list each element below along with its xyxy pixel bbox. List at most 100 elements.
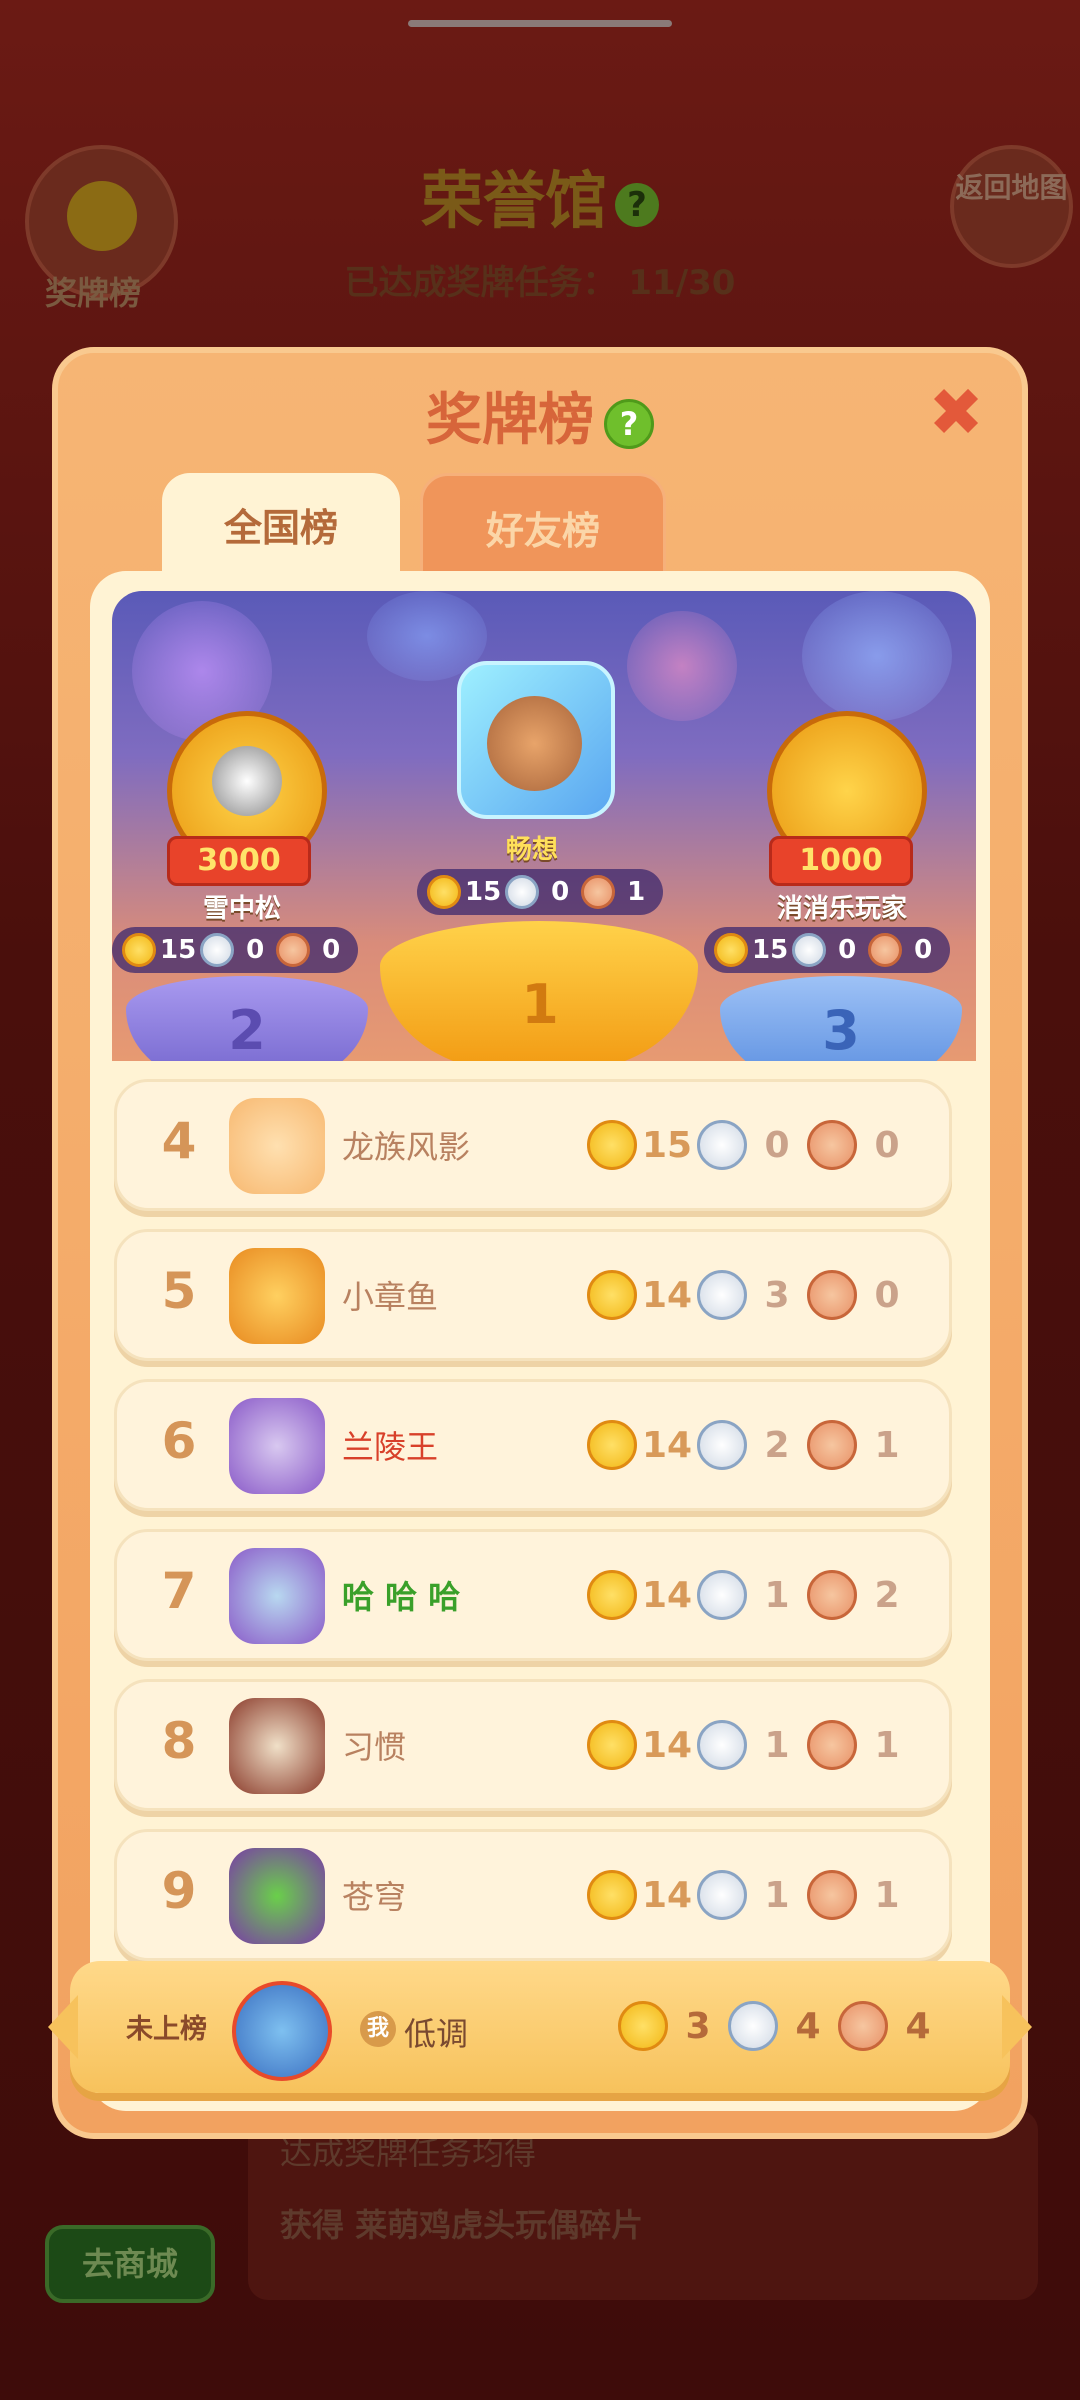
bronze-count: 0 [874,1124,900,1166]
gold-count: 14 [641,1274,693,1316]
reward-desc-2: 获得 莱萌鸡虎头玩偶碎片 [280,2206,644,2244]
bronze-count: 1 [874,1874,900,1916]
list-item[interactable]: 6 兰陵王 14 2 1 [114,1379,952,1511]
bronze-medal-icon [276,933,311,967]
silver-count: 0 [246,935,265,965]
modal-title: 奖牌榜? [58,375,1022,456]
firework-decoration [627,611,737,721]
podium-area: 畅想 15 0 1 1 3000 雪中松 15 0 0 2 1000 消消乐玩家… [112,591,976,1061]
medal-counts: 14 1 2 [587,1570,917,1620]
silver-count: 0 [551,877,570,907]
bar-right-tip [1002,1995,1032,2059]
avatar[interactable] [229,1548,325,1644]
silver-count: 4 [795,2005,821,2047]
bronze-medal-icon [807,1720,857,1770]
rank-number: 7 [161,1562,197,1620]
silver-medal-icon [697,1570,747,1620]
bronze-medal-icon [807,1870,857,1920]
podium-medals-third: 15 0 0 [704,927,951,973]
podium-medals-second: 15 0 0 [112,927,359,973]
bronze-count: 2 [874,1574,900,1616]
silver-count: 0 [764,1124,790,1166]
silver-count: 1 [764,1574,790,1616]
silver-medal-icon [697,1720,747,1770]
rank-number: 4 [161,1112,197,1170]
bronze-count: 0 [874,1274,900,1316]
silver-medal-icon [200,933,235,967]
list-item[interactable]: 9 苍穹 14 1 1 [114,1829,952,1961]
bronze-medal-icon [581,875,616,909]
gold-medal-icon [587,1870,637,1920]
bronze-medal-icon [868,933,903,967]
return-map-button[interactable]: 返回地图 [950,145,1073,268]
bronze-count: 4 [905,2005,931,2047]
player-name: 哈 哈 哈 [342,1578,461,1616]
modal-title-text: 奖牌榜 [426,388,594,453]
rank-number: 8 [161,1712,197,1770]
podium-number-third: 3 [822,999,860,1061]
avatar[interactable] [229,1098,325,1194]
gold-medal-icon [587,1570,637,1620]
rank-number: 5 [161,1262,197,1320]
list-item[interactable]: 8 习惯 14 1 1 [114,1679,952,1811]
shop-button[interactable]: 去商城 [45,2225,215,2303]
medal-counts: 14 1 1 [587,1720,917,1770]
player-name: 小章鱼 [342,1278,439,1316]
tab-friends[interactable]: 好友榜 [420,473,666,583]
list-item[interactable]: 4 龙族风影 15 0 0 [114,1079,952,1211]
task-progress: 已达成奖牌任务： 11/30 [344,263,736,303]
firework-decoration [802,591,952,721]
avatar[interactable] [229,1398,325,1494]
avatar[interactable] [229,1248,325,1344]
my-name: 低调 [404,2015,469,2053]
gold-count: 3 [685,2005,711,2047]
gold-count: 15 [641,1124,693,1166]
gold-count: 14 [641,1724,693,1766]
status-notch [408,20,672,27]
gold-medal-icon [587,1120,637,1170]
list-item[interactable]: 5 小章鱼 14 3 0 [114,1229,952,1361]
list-item[interactable]: 7 哈 哈 哈 14 1 2 [114,1529,952,1661]
medal-counts: 15 0 0 [587,1120,917,1170]
bronze-medal-icon [807,1270,857,1320]
bronze-count: 1 [627,877,646,907]
bronze-count: 1 [874,1724,900,1766]
gold-count: 14 [641,1874,693,1916]
avatar[interactable] [229,1848,325,1944]
profile-photo-icon [212,746,282,816]
silver-count: 0 [838,935,857,965]
podium-name-first: 畅想 [505,835,558,865]
gold-count: 14 [641,1424,693,1466]
silver-medal-icon [697,1120,747,1170]
gold-medal-icon [618,2001,668,2051]
my-medal-counts: 3 4 4 [618,2001,948,2051]
leaderboard: 畅想 15 0 1 1 3000 雪中松 15 0 0 2 1000 消消乐玩家… [90,571,990,2111]
silver-medal-icon [697,1420,747,1470]
silver-medal-icon [505,875,540,909]
my-ranking-bar[interactable]: 未上榜 我 低调 3 4 4 [48,1961,1032,2093]
gold-medal-icon [122,933,156,967]
player-name: 苍穹 [342,1878,407,1916]
help-icon[interactable]: ? [615,182,659,227]
score-badge-second: 3000 [167,836,311,886]
silver-count: 1 [764,1724,790,1766]
avatar[interactable] [229,1698,325,1794]
medal-board-modal: 奖牌榜? ✖ 全国榜 好友榜 畅想 15 0 1 1 3000 雪中松 15 0… [48,347,1032,2139]
rank-number: 6 [161,1412,197,1470]
bronze-medal-icon [807,1570,857,1620]
tab-national[interactable]: 全国榜 [162,473,400,583]
podium-name-third: 消消乐玩家 [776,894,907,924]
podium-number-first: 1 [521,973,559,1036]
medal-counts: 14 1 1 [587,1870,917,1920]
silver-medal-icon [792,933,827,967]
bronze-count: 0 [914,935,933,965]
silver-count: 1 [764,1874,790,1916]
gold-count: 15 [160,935,197,965]
player-name: 兰陵王 [342,1428,439,1466]
silver-count: 3 [764,1274,790,1316]
my-rank-label: 未上榜 [126,2014,207,2045]
bronze-medal-icon [807,1420,857,1470]
my-avatar[interactable] [232,1981,332,2081]
help-icon[interactable]: ? [604,398,654,449]
close-icon[interactable]: ✖ [926,380,986,446]
